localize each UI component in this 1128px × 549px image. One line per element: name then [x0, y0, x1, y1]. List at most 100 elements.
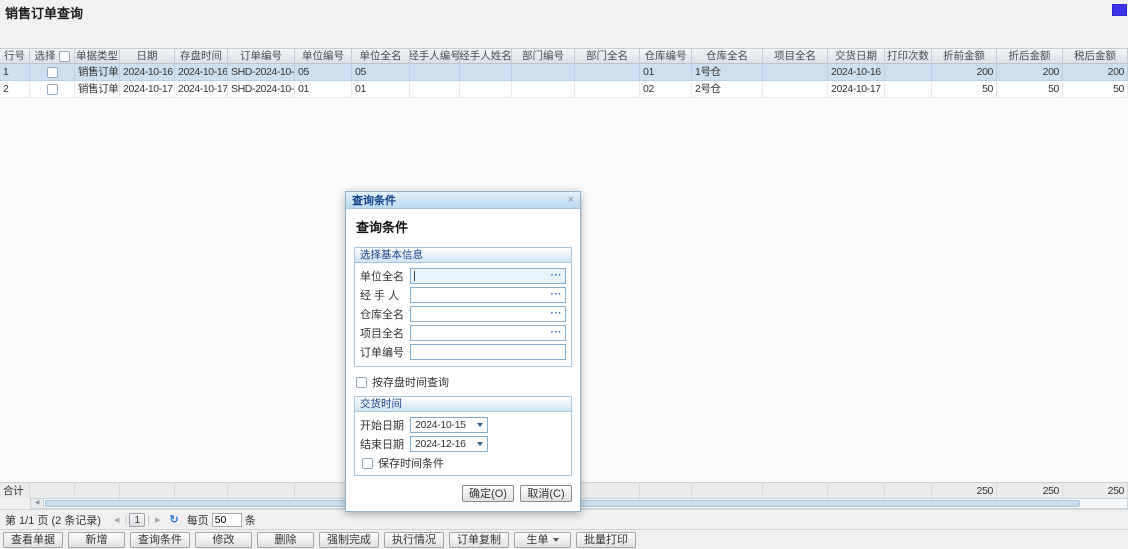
top-right-blue-button[interactable]	[1112, 4, 1127, 16]
table-cell: 05	[352, 64, 410, 81]
column-header[interactable]: 折后金额	[997, 49, 1063, 64]
table-cell	[30, 81, 75, 98]
toolbar-button[interactable]: 强制完成	[319, 532, 379, 548]
table-cell	[410, 64, 460, 81]
table-cell: 200	[932, 64, 997, 81]
table-cell: 1号仓	[692, 64, 763, 81]
table-cell: 200	[997, 64, 1063, 81]
bottom-toolbar: 查看单据 新增 查询条件修改 删除 强制完成执行情况订单复制生单批量打印	[0, 529, 1128, 549]
column-header[interactable]: 打印次数	[885, 49, 932, 64]
save-time-condition-option[interactable]: 保存时间条件	[362, 455, 566, 471]
column-header[interactable]: 经手人姓名	[460, 49, 512, 64]
field-input[interactable]: ···	[410, 287, 566, 303]
close-icon[interactable]: ×	[568, 195, 574, 206]
toolbar-button-label: 查看单据	[11, 533, 55, 547]
column-header[interactable]: 折前金额	[932, 49, 997, 64]
table-cell: SHD-2024-10-17-0	[228, 81, 295, 98]
end-date-select[interactable]: 2024-12-16	[410, 436, 488, 452]
field-input[interactable]	[410, 344, 566, 360]
table-row[interactable]: 1销售订单2024-10-162024-10-16SHD-2024-10-16-…	[0, 64, 1128, 81]
scroll-left-icon[interactable]: ◀	[31, 499, 44, 508]
field-label: 经 手 人	[360, 287, 410, 303]
pagination-bar: 第 1/1 页 (2 条记录) ◀ | 1 | ▶ ↻ 每页 条	[0, 509, 1128, 529]
refresh-icon[interactable]: ↻	[169, 513, 178, 526]
start-date-select[interactable]: 2024-10-15	[410, 417, 488, 433]
current-page-box[interactable]: 1	[129, 513, 145, 527]
toolbar-button-label: 新增	[86, 533, 108, 547]
toolbar-button[interactable]: 订单复制	[449, 532, 509, 548]
ellipsis-picker-icon[interactable]: ···	[551, 272, 563, 280]
field-label: 单位全名	[360, 268, 410, 284]
toolbar-button-label: 查询条件	[138, 533, 182, 547]
toolbar-button[interactable]: 删除	[257, 532, 314, 548]
pager-divider: |	[147, 514, 150, 526]
column-header[interactable]: 订单编号	[228, 49, 295, 64]
field-input[interactable]: ···	[410, 325, 566, 341]
column-header[interactable]: 项目全名	[763, 49, 828, 64]
column-header[interactable]: 单位全名	[352, 49, 410, 64]
save-time-query-label: 按存盘时间查询	[372, 374, 449, 390]
column-header[interactable]: 部门编号	[512, 49, 575, 64]
next-page-icon[interactable]: ▶	[152, 516, 163, 524]
column-header[interactable]: 选择	[30, 49, 75, 64]
table-row[interactable]: 2销售订单2024-10-172024-10-17SHD-2024-10-17-…	[0, 81, 1128, 98]
column-header[interactable]: 行号	[0, 49, 30, 64]
row-checkbox[interactable]	[47, 84, 58, 95]
column-header[interactable]: 税后金额	[1063, 49, 1128, 64]
pager-divider: |	[124, 514, 127, 526]
column-header[interactable]: 仓库编号	[640, 49, 692, 64]
end-date-label: 结束日期	[360, 436, 410, 452]
table-cell: 2024-10-17	[175, 81, 228, 98]
table-cell: 50	[997, 81, 1063, 98]
table-cell: 05	[295, 64, 352, 81]
table-cell: 50	[932, 81, 997, 98]
toolbar-button-label: 订单复制	[457, 533, 501, 547]
toolbar-button[interactable]: 执行情况	[384, 532, 444, 548]
dialog-title: 查询条件	[352, 192, 396, 208]
row-checkbox[interactable]	[47, 67, 58, 78]
column-header-label: 折后金额	[1009, 49, 1051, 63]
toolbar-button[interactable]: 查看单据	[3, 532, 63, 548]
save-time-query-option[interactable]: 按存盘时间查询	[356, 374, 572, 390]
ellipsis-picker-icon[interactable]: ···	[551, 291, 563, 299]
table-cell	[575, 81, 640, 98]
basic-info-group-title: 选择基本信息	[355, 248, 571, 263]
dialog-titlebar[interactable]: 查询条件 ×	[346, 192, 580, 209]
table-cell: 2	[0, 81, 30, 98]
totals-cell	[120, 483, 175, 499]
chevron-down-icon[interactable]	[477, 423, 483, 427]
field-input[interactable]: ···	[410, 306, 566, 322]
dialog-field-row: 单位全名 ···	[360, 268, 566, 284]
toolbar-button[interactable]: 生单	[514, 532, 571, 548]
checkbox-icon[interactable]	[356, 377, 367, 388]
column-header[interactable]: 经手人编号	[410, 49, 460, 64]
column-header[interactable]: 部门全名	[575, 49, 640, 64]
toolbar-button[interactable]: 新增	[68, 532, 125, 548]
per-page-input[interactable]	[212, 513, 242, 527]
ellipsis-picker-icon[interactable]: ···	[551, 329, 563, 337]
toolbar-button[interactable]: 修改	[195, 532, 252, 548]
toolbar-button-label: 删除	[275, 533, 297, 547]
toolbar-button[interactable]: 查询条件	[130, 532, 190, 548]
ok-button[interactable]: 确定(O)	[462, 485, 514, 502]
field-label: 项目全名	[360, 325, 410, 341]
select-all-checkbox[interactable]	[59, 51, 70, 62]
table-cell: 02	[640, 81, 692, 98]
column-header-label: 仓库编号	[645, 49, 687, 63]
table-cell	[460, 64, 512, 81]
totals-cell: 250	[1063, 483, 1128, 499]
checkbox-icon[interactable]	[362, 458, 373, 469]
column-header[interactable]: 仓库全名	[692, 49, 763, 64]
field-input[interactable]: ···	[410, 268, 566, 284]
cancel-button[interactable]: 取消(C)	[520, 485, 572, 502]
column-header[interactable]: 存盘时间	[175, 49, 228, 64]
chevron-down-icon[interactable]	[477, 442, 483, 446]
toolbar-button[interactable]: 批量打印	[576, 532, 636, 548]
column-header[interactable]: 单位编号	[295, 49, 352, 64]
column-header[interactable]: 日期	[120, 49, 175, 64]
prev-page-icon[interactable]: ◀	[111, 516, 122, 524]
column-header[interactable]: 单据类型	[75, 49, 120, 64]
table-body: 1销售订单2024-10-162024-10-16SHD-2024-10-16-…	[0, 64, 1128, 98]
ellipsis-picker-icon[interactable]: ···	[551, 310, 563, 318]
column-header[interactable]: 交货日期	[828, 49, 885, 64]
